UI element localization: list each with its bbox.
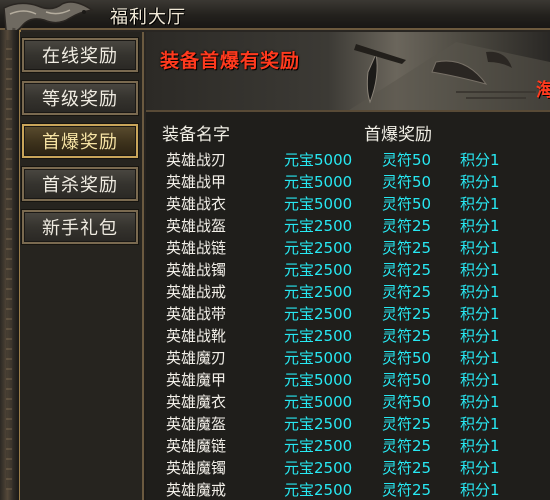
table-row: 英雄魔衣 元宝5000 灵符50 积分1 — [146, 390, 550, 412]
equipment-name: 英雄战戒 — [166, 283, 227, 301]
left-frame-border — [0, 30, 20, 500]
window-title: 福利大厅 — [110, 7, 186, 28]
menu-level-reward-button[interactable]: 等级奖励 — [22, 81, 138, 115]
yuanbao-reward: 元宝2500 — [284, 217, 353, 235]
equipment-name: 英雄战刃 — [166, 151, 227, 169]
equipment-name: 英雄战衣 — [166, 195, 227, 213]
table-row: 英雄战链 元宝2500 灵符25 积分1 — [146, 236, 550, 258]
sidebar-menu: 在线奖励 等级奖励 首爆奖励 首杀奖励 新手礼包 — [20, 32, 144, 500]
jifen-reward: 积分1 — [460, 349, 500, 367]
table-row: 英雄魔盔 元宝2500 灵符25 积分1 — [146, 412, 550, 434]
table-row: 英雄魔镯 元宝2500 灵符25 积分1 — [146, 456, 550, 478]
table-row: 英雄战衣 元宝5000 灵符50 积分1 — [146, 192, 550, 214]
yuanbao-reward: 元宝5000 — [284, 393, 353, 411]
table-row: 英雄战镯 元宝2500 灵符25 积分1 — [146, 258, 550, 280]
lingfu-reward: 灵符25 — [382, 239, 432, 257]
yuanbao-reward: 元宝2500 — [284, 239, 353, 257]
table-row: 英雄魔刃 元宝5000 灵符50 积分1 — [146, 346, 550, 368]
equipment-name: 英雄战甲 — [166, 173, 227, 191]
jifen-reward: 积分1 — [460, 305, 500, 323]
jifen-reward: 积分1 — [460, 437, 500, 455]
table-row: 英雄魔戒 元宝2500 灵符25 积分1 — [146, 478, 550, 500]
jifen-reward: 积分1 — [460, 327, 500, 345]
column-header-reward: 首爆奖励 — [364, 125, 432, 145]
jifen-reward: 积分1 — [460, 151, 500, 169]
equipment-name: 英雄战盔 — [166, 217, 227, 235]
welfare-hall-window: 福利大厅 在线奖励 等级奖励 首爆奖励 首杀奖励 新手礼包 装备首爆有奖励 海 — [0, 0, 550, 500]
menu-first-kill-reward-button[interactable]: 首杀奖励 — [22, 167, 138, 201]
reward-table-body: 英雄战刃 元宝5000 灵符50 积分1 英雄战甲 元宝5000 灵符50 积分1 英雄战衣 元宝… — [146, 148, 550, 500]
jifen-reward: 积分1 — [460, 459, 500, 477]
yuanbao-reward: 元宝2500 — [284, 437, 353, 455]
lingfu-reward: 灵符25 — [382, 283, 432, 301]
lingfu-reward: 灵符50 — [382, 195, 432, 213]
jifen-reward: 积分1 — [460, 371, 500, 389]
jifen-reward: 积分1 — [460, 239, 500, 257]
banner-title: 装备首爆有奖励 — [160, 50, 301, 72]
equipment-name: 英雄魔衣 — [166, 393, 227, 411]
table-row: 英雄战戒 元宝2500 灵符25 积分1 — [146, 280, 550, 302]
lingfu-reward: 灵符25 — [382, 261, 432, 279]
yuanbao-reward: 元宝5000 — [284, 151, 353, 169]
lingfu-reward: 灵符50 — [382, 349, 432, 367]
table-row: 英雄魔甲 元宝5000 灵符50 积分1 — [146, 368, 550, 390]
menu-first-drop-reward-button[interactable]: 首爆奖励 — [22, 124, 138, 158]
equipment-name: 英雄魔刃 — [166, 349, 227, 367]
lingfu-reward: 灵符25 — [382, 459, 432, 477]
lingfu-reward: 灵符25 — [382, 305, 432, 323]
column-header-name: 装备名字 — [162, 125, 230, 145]
lingfu-reward: 灵符50 — [382, 371, 432, 389]
jifen-reward: 积分1 — [460, 415, 500, 433]
jifen-reward: 积分1 — [460, 217, 500, 235]
table-row: 英雄战带 元宝2500 灵符25 积分1 — [146, 302, 550, 324]
yuanbao-reward: 元宝2500 — [284, 283, 353, 301]
lingfu-reward: 灵符25 — [382, 415, 432, 433]
equipment-name: 英雄战带 — [166, 305, 227, 323]
yuanbao-reward: 元宝2500 — [284, 261, 353, 279]
equipment-name: 英雄魔镯 — [166, 459, 227, 477]
equipment-name: 英雄战镯 — [166, 261, 227, 279]
lingfu-reward: 灵符50 — [382, 393, 432, 411]
yuanbao-reward: 元宝5000 — [284, 195, 353, 213]
weapons-art-icon — [349, 42, 550, 110]
jifen-reward: 积分1 — [460, 173, 500, 191]
equipment-name: 英雄魔链 — [166, 437, 227, 455]
lingfu-reward: 灵符50 — [382, 151, 432, 169]
jifen-reward: 积分1 — [460, 393, 500, 411]
yuanbao-reward: 元宝2500 — [284, 481, 353, 499]
lingfu-reward: 灵符25 — [382, 327, 432, 345]
table-row: 英雄战靴 元宝2500 灵符25 积分1 — [146, 324, 550, 346]
table-header: 装备名字 首爆奖励 — [146, 120, 550, 146]
table-row: 英雄战甲 元宝5000 灵符50 积分1 — [146, 170, 550, 192]
yuanbao-reward: 元宝2500 — [284, 459, 353, 477]
jifen-reward: 积分1 — [460, 195, 500, 213]
menu-newbie-gift-button[interactable]: 新手礼包 — [22, 210, 138, 244]
reward-banner: 装备首爆有奖励 海 — [146, 32, 550, 112]
yuanbao-reward: 元宝5000 — [284, 173, 353, 191]
lingfu-reward: 灵符25 — [382, 437, 432, 455]
jifen-reward: 积分1 — [460, 481, 500, 499]
content-panel: 装备首爆有奖励 海 装备名字 首爆奖励 英雄战刃元宝5000灵符50积分1英雄战… — [146, 32, 550, 500]
yuanbao-reward: 元宝2500 — [284, 327, 353, 345]
lingfu-reward: 灵符50 — [382, 173, 432, 191]
yuanbao-reward: 元宝2500 — [284, 415, 353, 433]
equipment-name: 英雄战靴 — [166, 327, 227, 345]
yuanbao-reward: 元宝5000 — [284, 349, 353, 367]
jifen-reward: 积分1 — [460, 261, 500, 279]
lingfu-reward: 灵符25 — [382, 217, 432, 235]
equipment-name: 英雄魔戒 — [166, 481, 227, 499]
lingfu-reward: 灵符25 — [382, 481, 432, 499]
table-row: 英雄魔链 元宝2500 灵符25 积分1 — [146, 434, 550, 456]
table-row: 英雄战盔 元宝2500 灵符25 积分1 — [146, 214, 550, 236]
banner-side-text: 海 — [536, 76, 550, 102]
yuanbao-reward: 元宝2500 — [284, 305, 353, 323]
equipment-name: 英雄魔甲 — [166, 371, 227, 389]
table-row: 英雄战刃 元宝5000 灵符50 积分1 — [146, 148, 550, 170]
equipment-name: 英雄魔盔 — [166, 415, 227, 433]
equipment-name: 英雄战链 — [166, 239, 227, 257]
yuanbao-reward: 元宝5000 — [284, 371, 353, 389]
jifen-reward: 积分1 — [460, 283, 500, 301]
menu-online-reward-button[interactable]: 在线奖励 — [22, 38, 138, 72]
